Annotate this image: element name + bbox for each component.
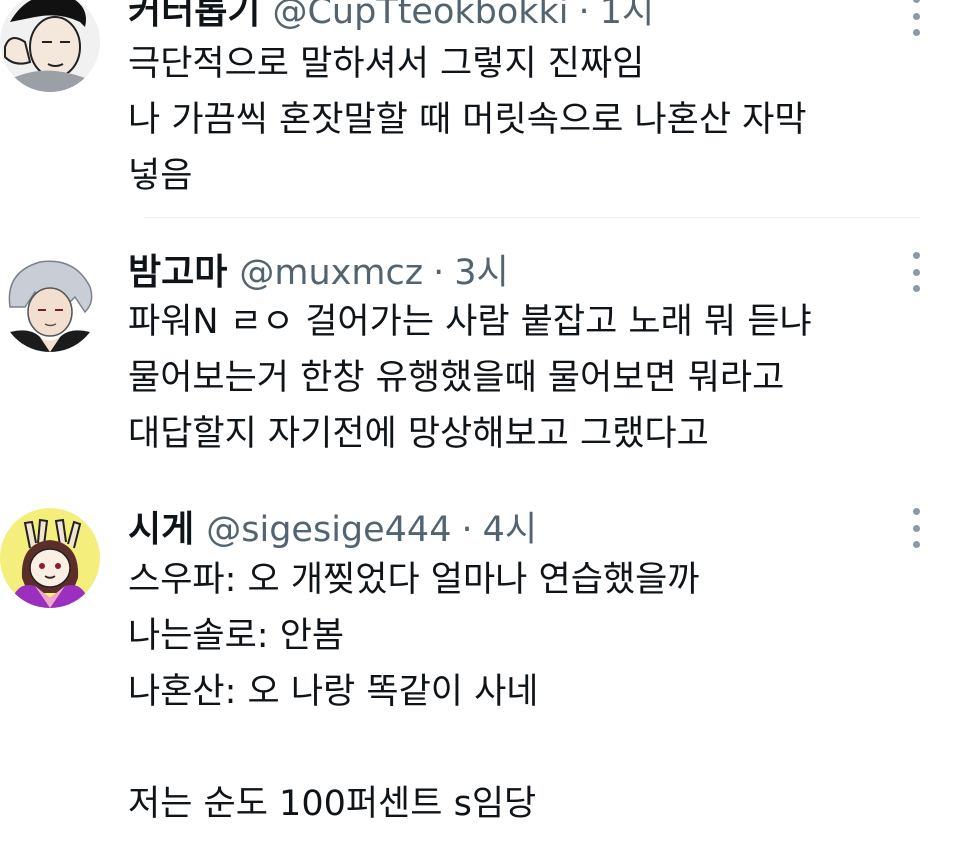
avatar-3[interactable] — [0, 508, 100, 608]
tweet-text-line: 극단적으로 말하셔서 그렇지 진짜임 — [128, 44, 645, 84]
tweet-text-line: 스우파: 오 개찢었다 얼마나 연습했을까 — [128, 560, 700, 600]
tweet-text-line: 파워N ㄹㅇ 걸어가는 사람 붙잡고 노래 뭐 듣냐 — [128, 302, 812, 342]
tweet-header: 시게 @sigesige444 · 4시 — [128, 500, 537, 550]
tweet-divider — [144, 217, 920, 218]
display-name[interactable]: 시게 — [128, 500, 194, 552]
tweet-text-line: 나혼산: 오 나랑 똑같이 사네 — [128, 672, 539, 712]
timestamp[interactable]: 1시 — [600, 0, 654, 34]
timestamp[interactable]: 3시 — [454, 244, 508, 295]
tweet-text-line: 물어보는거 한창 유행했을때 물어보면 뭐라고 — [128, 358, 785, 398]
user-handle[interactable]: @muxmcz — [239, 253, 423, 293]
tweet-text-line: 나는솔로: 안봄 — [128, 616, 345, 656]
separator-dot: · — [461, 510, 473, 550]
separator-dot: · — [433, 253, 445, 293]
more-options-icon[interactable] — [904, 508, 928, 548]
tweet-text: 극단적으로 말하셔서 그렇지 진짜임 나 가끔씩 혼잣말할 때 머릿속으로 나혼… — [128, 36, 928, 204]
user-handle[interactable]: @CupTteokbokki — [272, 0, 568, 32]
tweet-header: 밤고마 @muxmcz · 3시 — [128, 243, 509, 293]
avatar-2[interactable] — [0, 252, 100, 352]
tweet-text-line: 저는 순도 100퍼센트 s임당 — [128, 784, 537, 824]
tweet-text: 파워N ㄹㅇ 걸어가는 사람 붙잡고 노래 뭐 듣냐 물어보는거 한창 유행했을… — [128, 294, 928, 462]
tweet-text: 스우파: 오 개찢었다 얼마나 연습했을까 나는솔로: 안봄 나혼산: 오 나랑… — [128, 552, 928, 832]
tweet-header: 커터롭기 @CupTteokbokki · 1시 — [128, 0, 654, 32]
tweet-text-line: 대답할지 자기전에 망상해보고 그랬다고 — [128, 414, 709, 454]
display-name[interactable]: 커터롭기 — [128, 0, 260, 34]
more-options-icon[interactable] — [904, 252, 928, 292]
tweet-text-line: 넣음 — [128, 156, 193, 196]
display-name[interactable]: 밤고마 — [128, 243, 227, 295]
avatar-1[interactable] — [0, 0, 100, 92]
user-handle[interactable]: @sigesige444 — [206, 510, 451, 550]
tweet-text-line — [128, 720, 928, 776]
tweet-text-line: 나 가끔씩 혼잣말할 때 머릿속으로 나혼산 자막 — [128, 100, 807, 140]
separator-dot: · — [578, 0, 590, 32]
timestamp[interactable]: 4시 — [483, 501, 537, 552]
more-options-icon[interactable] — [904, 0, 928, 36]
